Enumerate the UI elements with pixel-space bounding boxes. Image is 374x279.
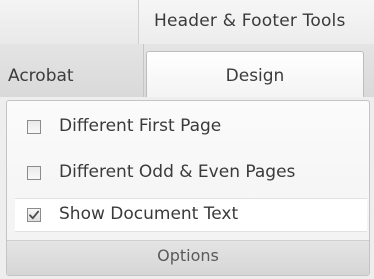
ribbon-header-blank-area — [0, 0, 138, 44]
option-show-document-text[interactable]: Show Document Text — [15, 198, 367, 232]
checkbox-different-odd-even-pages[interactable] — [27, 166, 41, 180]
option-label[interactable]: Show Document Text — [59, 204, 238, 224]
option-label[interactable]: Different First Page — [59, 116, 221, 136]
option-different-odd-even-pages[interactable]: Different Odd & Even Pages — [15, 157, 367, 191]
option-label[interactable]: Different Odd & Even Pages — [59, 162, 295, 182]
group-label-options: Options — [157, 246, 219, 265]
checkmark-icon — [29, 210, 40, 220]
checkbox-show-document-text[interactable] — [27, 208, 41, 222]
tab-design-label[interactable]: Design — [146, 66, 364, 86]
option-different-first-page[interactable]: Different First Page — [15, 111, 367, 145]
ribbon-screenshot: Header & Footer Tools Acrobat Design Dif… — [0, 0, 374, 279]
checkbox-different-first-page[interactable] — [27, 120, 41, 134]
contextual-tab-title: Header & Footer Tools — [154, 11, 346, 31]
tab-acrobat-label[interactable]: Acrobat — [8, 66, 74, 86]
